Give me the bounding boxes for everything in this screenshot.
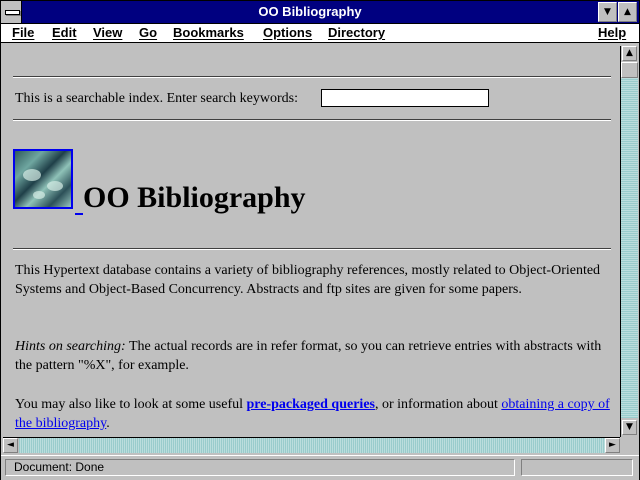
- progress-indicator: [521, 459, 633, 476]
- maximize-button[interactable]: ▲: [618, 2, 637, 22]
- hints-paragraph: Hints on searching: The actual records a…: [15, 337, 611, 375]
- arrow-down-icon: ▼: [626, 422, 633, 432]
- arrow-up-icon: ▲: [626, 48, 633, 58]
- divider: [13, 119, 611, 121]
- prepackaged-queries-link[interactable]: pre-packaged queries: [247, 397, 375, 412]
- browser-window: OO Bibliography ▼ ▲ File Edit View Go Bo…: [0, 0, 640, 480]
- menu-options[interactable]: Options: [263, 25, 312, 40]
- bibliography-image-link[interactable]: [13, 149, 73, 209]
- window-title: OO Bibliography: [258, 4, 362, 19]
- menu-help[interactable]: Help: [598, 25, 626, 40]
- minimize-icon: ▼: [604, 7, 611, 17]
- menu-bar: File Edit View Go Bookmarks Options Dire…: [1, 24, 639, 43]
- vertical-scroll-track[interactable]: [621, 62, 638, 418]
- intro-paragraph: This Hypertext database contains a varie…: [15, 263, 601, 297]
- menu-directory[interactable]: Directory: [328, 25, 385, 40]
- maximize-icon: ▲: [624, 7, 631, 17]
- vertical-scroll-thumb[interactable]: [621, 62, 638, 78]
- horizontal-scrollbar[interactable]: ◄ ►: [3, 437, 620, 453]
- horizontal-scroll-track[interactable]: [19, 438, 605, 453]
- also-middle: , or information about: [374, 397, 502, 412]
- menu-bookmarks[interactable]: Bookmarks: [173, 25, 244, 40]
- menu-go[interactable]: Go: [139, 25, 157, 40]
- scroll-down-button[interactable]: ▼: [622, 420, 637, 435]
- system-menu-icon: [5, 10, 20, 15]
- scroll-left-button[interactable]: ◄: [3, 438, 18, 453]
- page-heading: OO Bibliography: [83, 181, 306, 214]
- menu-view[interactable]: View: [93, 25, 122, 40]
- title-bar[interactable]: OO Bibliography ▼ ▲: [1, 1, 639, 24]
- status-bar: Document: Done: [1, 455, 639, 480]
- hints-label: Hints on searching:: [15, 339, 126, 354]
- menu-edit[interactable]: Edit: [52, 25, 77, 40]
- also-paragraph: You may also like to look at some useful…: [15, 395, 611, 433]
- also-prefix: You may also like to look at some useful: [15, 397, 247, 412]
- search-label: This is a searchable index. Enter search…: [15, 91, 299, 106]
- image-detail: [23, 169, 41, 181]
- status-text: Document: Done: [5, 459, 515, 476]
- divider: [13, 76, 611, 78]
- image-detail: [33, 191, 45, 199]
- arrow-left-icon: ◄: [7, 440, 14, 450]
- system-menu-button[interactable]: [1, 1, 22, 23]
- vertical-scrollbar[interactable]: ▲ ▼: [620, 46, 638, 437]
- image-link-underline[interactable]: [75, 213, 83, 215]
- image-detail: [47, 181, 63, 191]
- scroll-up-button[interactable]: ▲: [622, 46, 637, 61]
- also-suffix: .: [106, 416, 110, 431]
- minimize-button[interactable]: ▼: [598, 2, 617, 22]
- divider: [13, 248, 611, 250]
- arrow-right-icon: ►: [609, 440, 616, 450]
- menu-file[interactable]: File: [12, 25, 34, 40]
- search-input[interactable]: [321, 89, 489, 107]
- scroll-right-button[interactable]: ►: [605, 438, 620, 453]
- document-view[interactable]: This is a searchable index. Enter search…: [3, 47, 619, 433]
